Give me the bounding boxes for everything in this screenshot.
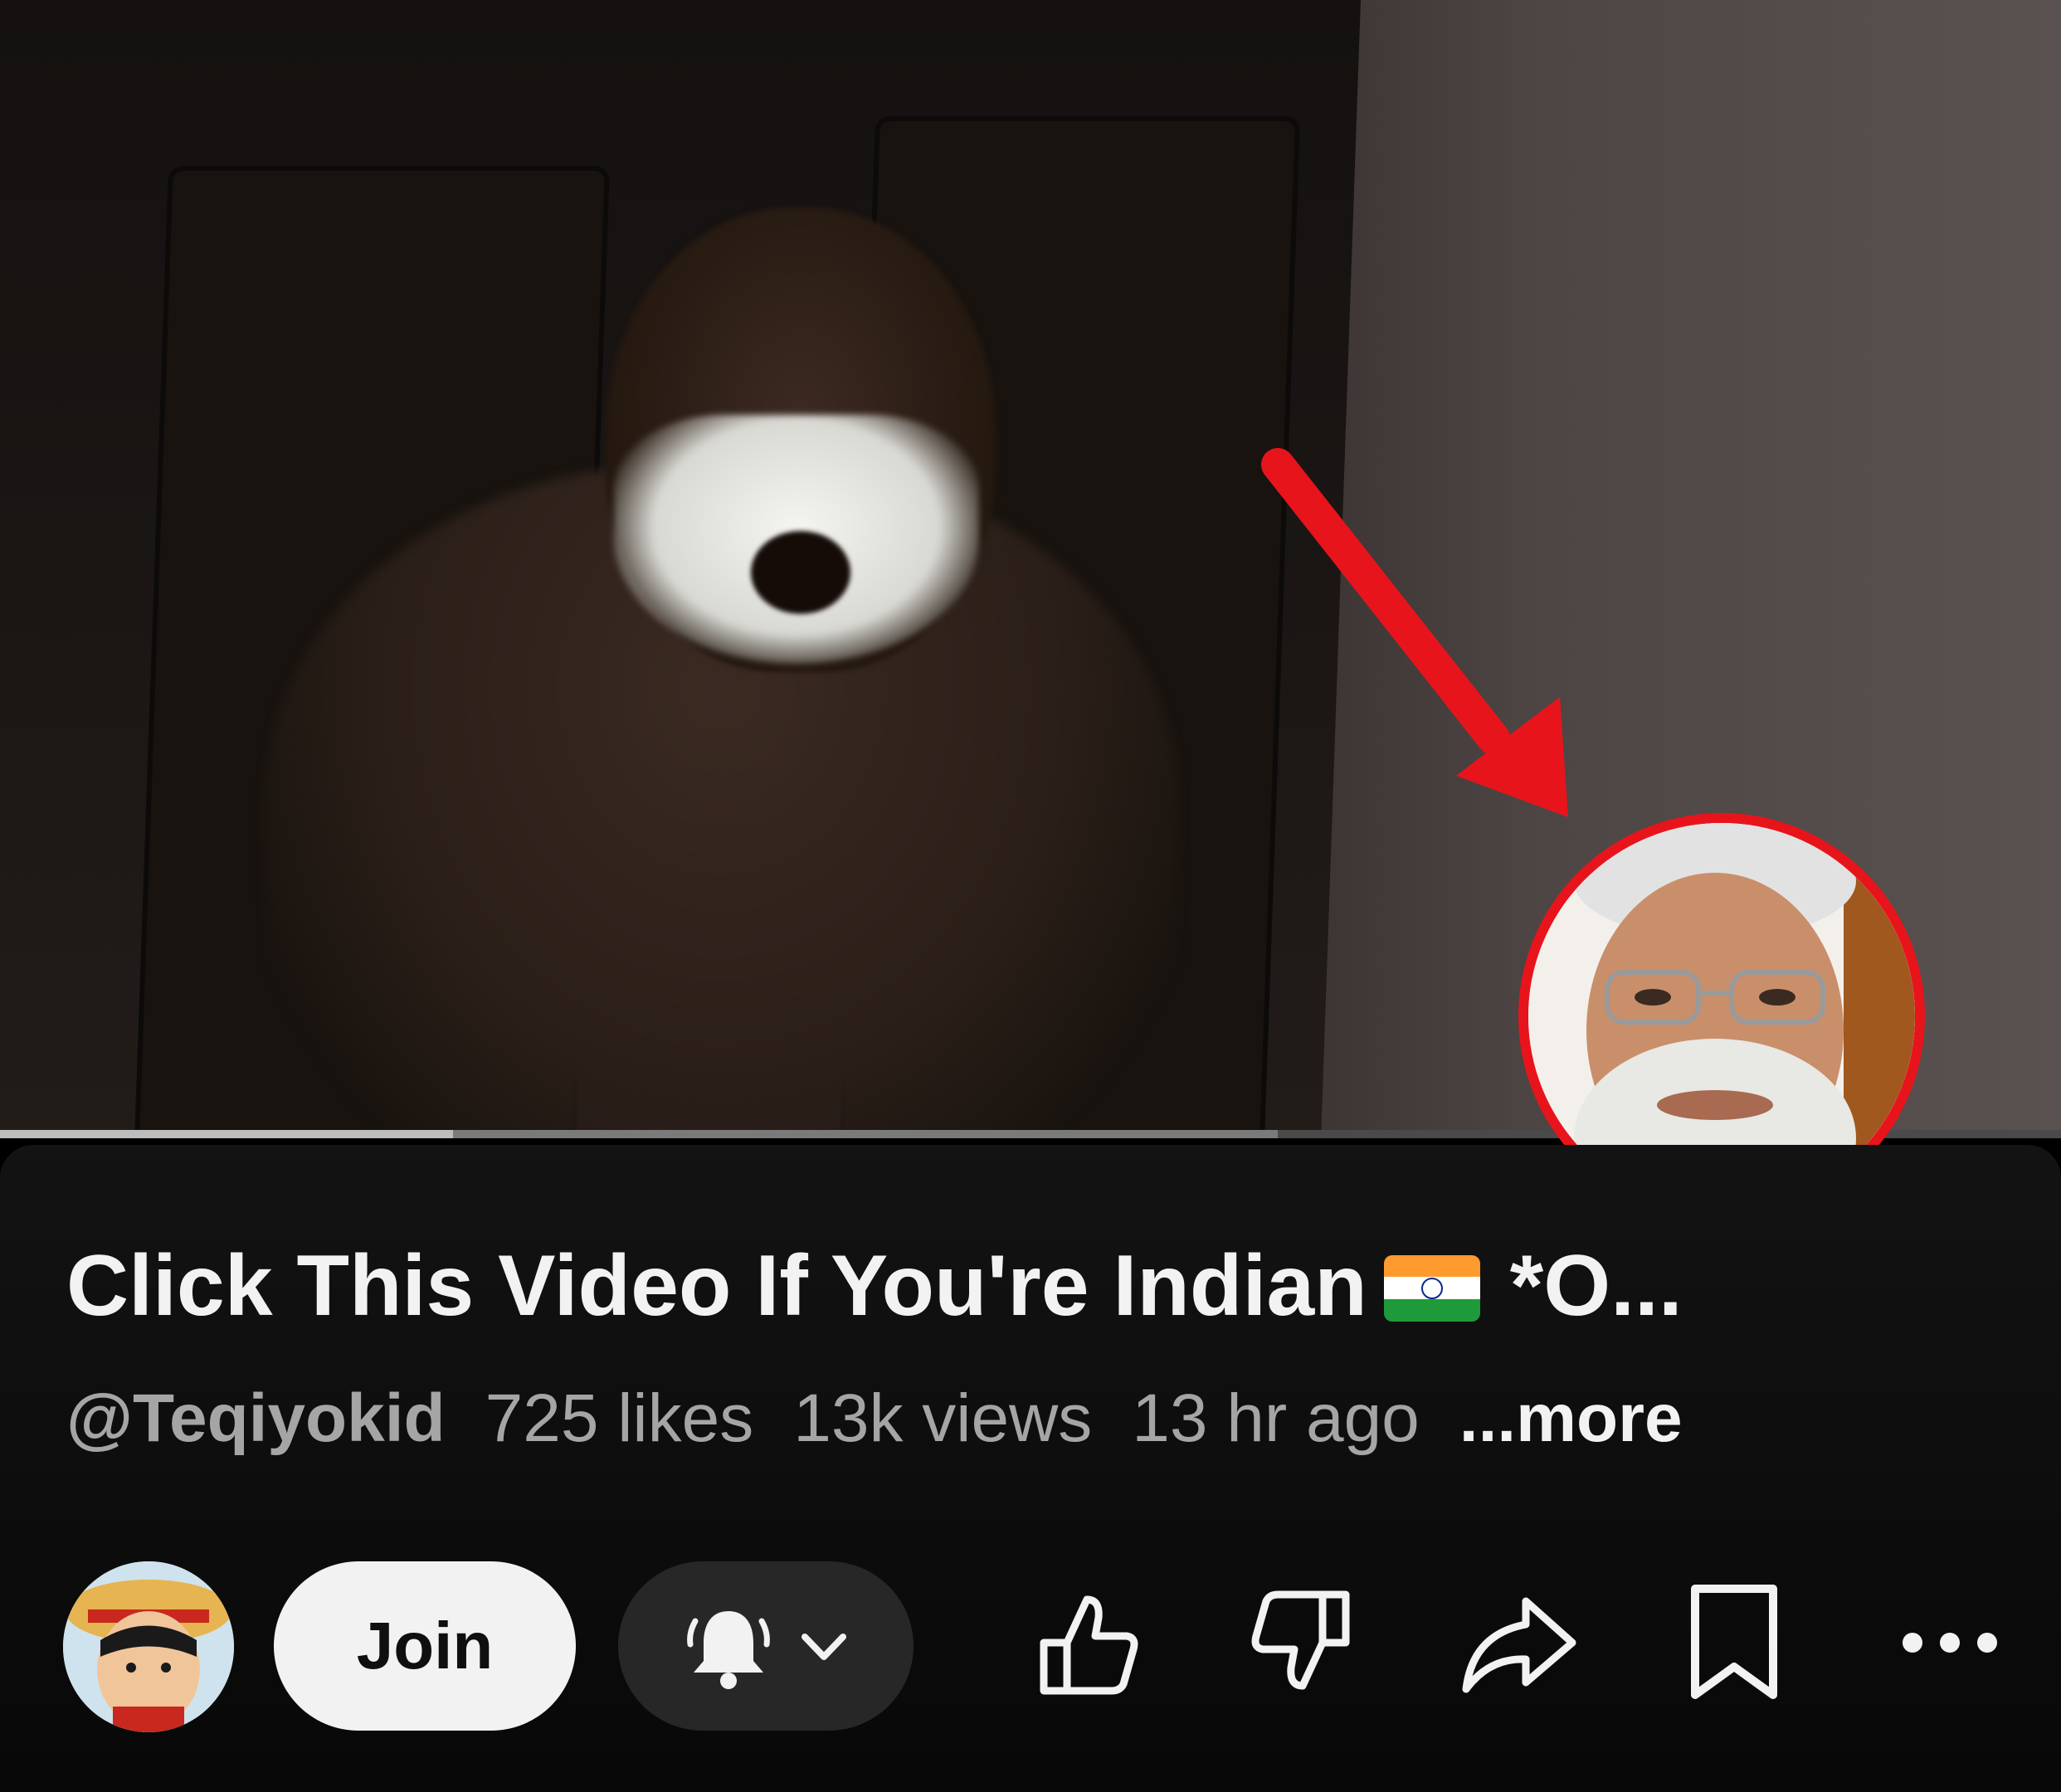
video-meta: @Teqiyokid 725 likes 13k views 13 hr ago...… <box>66 1377 2000 1460</box>
views-count: 13k views <box>793 1381 1093 1456</box>
more-options-button[interactable] <box>1883 1576 2016 1709</box>
channel-handle[interactable]: @Teqiyokid <box>66 1381 446 1456</box>
subscribe-notification-button[interactable] <box>618 1561 914 1731</box>
avatar-image <box>63 1561 234 1732</box>
likes-count: 725 likes <box>485 1381 754 1456</box>
notification-bell-icon <box>687 1611 770 1689</box>
video-title-text: Click This Video If You're Indian <box>66 1238 1367 1334</box>
mouth <box>751 531 850 614</box>
red-arrow-icon <box>1261 448 1568 817</box>
video-title[interactable]: Click This Video If You're Indian *O... <box>66 1236 2000 1336</box>
dislike-button[interactable] <box>1236 1576 1369 1709</box>
like-button[interactable] <box>1021 1576 1153 1709</box>
channel-avatar[interactable] <box>63 1561 234 1732</box>
save-button[interactable] <box>1668 1576 1800 1709</box>
progress-played <box>0 1130 454 1138</box>
share-icon <box>1462 1597 1576 1693</box>
more-link[interactable]: ...more <box>1459 1381 1683 1456</box>
bookmark-icon <box>1691 1585 1777 1699</box>
chevron-down-icon <box>802 1634 846 1660</box>
thumbs-up-icon <box>1040 1595 1138 1695</box>
more-options-icon <box>1903 1633 1997 1653</box>
india-flag-icon <box>1383 1254 1480 1322</box>
share-button[interactable] <box>1452 1576 1585 1709</box>
upload-age: 13 hr ago <box>1132 1381 1420 1456</box>
join-button[interactable]: Join <box>274 1561 576 1731</box>
video-title-suffix: *O... <box>1509 1238 1683 1334</box>
thumbs-down-icon <box>1251 1590 1350 1690</box>
action-bar: Join <box>0 1551 2061 1734</box>
